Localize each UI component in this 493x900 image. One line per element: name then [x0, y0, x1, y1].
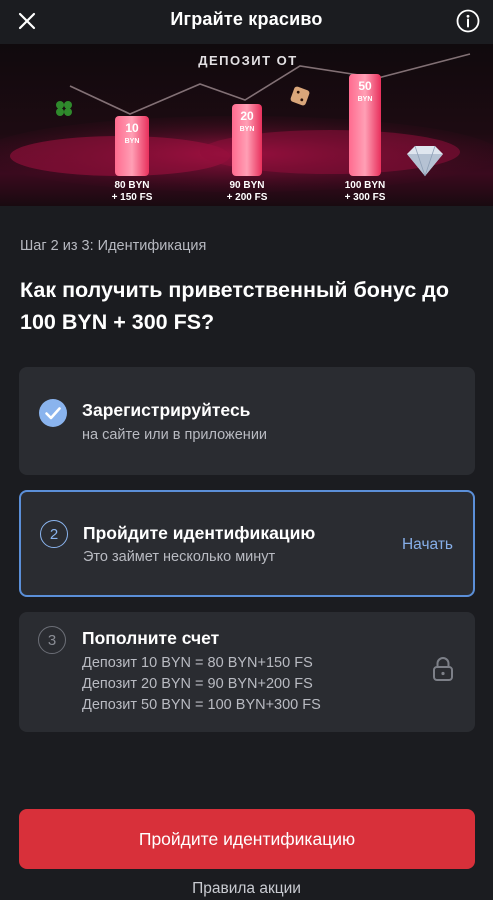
tier-bonus: 80 BYN	[114, 180, 149, 191]
tier-bonus: + 300 FS	[345, 192, 386, 203]
step-subtitle: на сайте или в приложении	[82, 427, 268, 443]
step-number: 2	[40, 520, 68, 548]
info-icon[interactable]	[455, 8, 481, 34]
clover-icon	[56, 101, 72, 116]
step-card-identification[interactable]: 2 Пройдите идентификацию Это займет неск…	[19, 490, 475, 597]
deposit-line: Депозит 50 BYN = 100 BYN+300 FS	[82, 697, 321, 713]
tier-currency: BYN	[125, 138, 140, 145]
step-number: 3	[38, 626, 66, 654]
bonus-headline: Как получить приветственный бонус до 100…	[20, 278, 450, 334]
promo-banner: ДЕПОЗИТ ОТ 10 BYN 20 BYN 50 BYN 80 BYN +…	[0, 44, 493, 206]
deposit-line: Депозит 10 BYN = 80 BYN+150 FS	[82, 655, 313, 671]
banner-caption: ДЕПОЗИТ ОТ	[198, 53, 297, 68]
step-title: Зарегистрируйтесь	[82, 400, 251, 420]
page-title: Играйте красиво	[170, 9, 323, 29]
deposit-line: Депозит 20 BYN = 90 BYN+200 FS	[82, 676, 313, 692]
top-bar: Играйте красиво	[0, 0, 493, 44]
tier-amount: 20	[240, 109, 254, 123]
tier-bonus: 100 BYN	[345, 180, 386, 191]
step-progress-label: Шаг 2 из 3: Идентификация	[20, 238, 207, 254]
step-subtitle: Это займет несколько минут	[83, 549, 276, 565]
step-title: Пройдите идентификацию	[83, 523, 316, 543]
tier-bonus: + 150 FS	[112, 192, 153, 203]
step-card-register: Зарегистрируйтесь на сайте или в приложе…	[19, 367, 475, 475]
step-card-deposit: 3 Пополните счет Депозит 10 BYN = 80 BYN…	[19, 612, 475, 732]
tier-amount: 10	[125, 121, 139, 135]
pass-identification-button[interactable]: Пройдите идентификацию	[19, 809, 475, 869]
dice-icon	[290, 86, 310, 106]
check-circle-icon	[39, 399, 67, 427]
tier-currency: BYN	[358, 96, 373, 103]
lock-icon	[433, 657, 453, 681]
tier-bonus: + 200 FS	[227, 192, 268, 203]
step-title: Пополните счет	[82, 628, 220, 648]
promo-rules-link[interactable]: Правила акции	[0, 880, 493, 898]
tier-bonus: 90 BYN	[229, 180, 264, 191]
tier-currency: BYN	[240, 126, 255, 133]
start-identification-link[interactable]: Начать	[402, 536, 453, 554]
tier-amount: 50	[358, 79, 372, 93]
